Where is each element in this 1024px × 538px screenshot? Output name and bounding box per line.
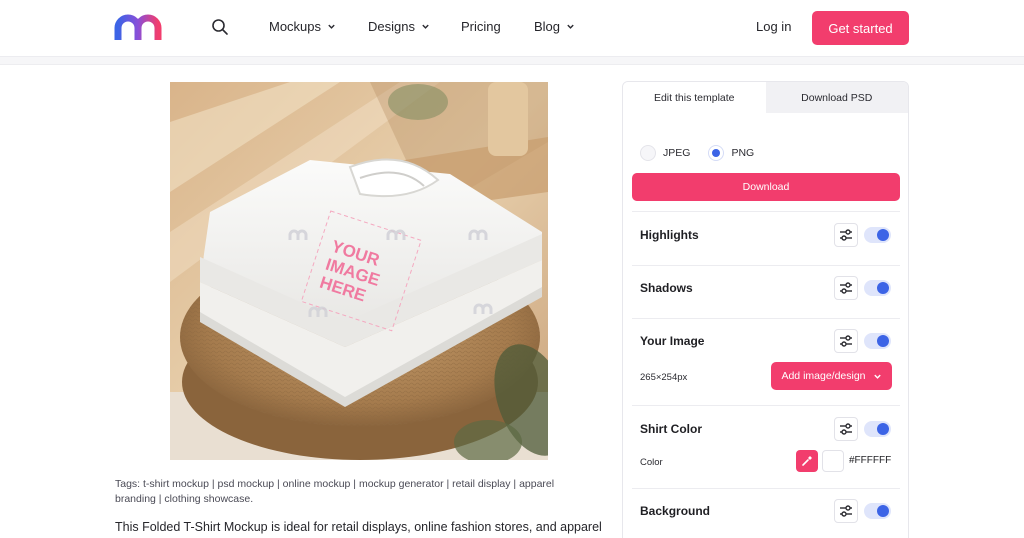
divider (632, 211, 900, 212)
search-icon[interactable] (211, 18, 229, 36)
format-jpeg-label: JPEG (663, 147, 691, 159)
nav-pricing[interactable]: Pricing (461, 19, 501, 34)
section-title-background: Background (640, 504, 711, 518)
format-png[interactable]: PNG (708, 145, 754, 161)
section-title-shirt-color: Shirt Color (640, 422, 702, 436)
chevron-down-icon (328, 24, 335, 29)
shadows-toggle[interactable] (864, 280, 891, 296)
background-toggle[interactable] (864, 503, 891, 519)
editor-panel: Edit this template Download PSD JPEG PNG… (622, 81, 909, 538)
tab-download-psd[interactable]: Download PSD (765, 82, 908, 113)
sliders-icon (840, 229, 852, 241)
sliders-icon (840, 282, 852, 294)
sliders-icon (840, 423, 852, 435)
nav-blog-label: Blog (534, 19, 561, 34)
radio-selected-icon (708, 145, 725, 161)
format-jpeg[interactable]: JPEG (640, 145, 690, 161)
highlights-toggle[interactable] (864, 227, 891, 243)
nav-blog[interactable]: Blog (534, 19, 575, 34)
format-selector: JPEG PNG (640, 145, 754, 161)
description-text: This Folded T-Shirt Mockup is ideal for … (115, 520, 602, 534)
shirt-color-settings-button[interactable] (834, 417, 858, 441)
divider (632, 265, 900, 266)
header-divider (0, 57, 1024, 65)
radio-unselected-icon (640, 145, 656, 161)
your-image-toggle[interactable] (864, 333, 891, 349)
nav-designs[interactable]: Designs (368, 19, 430, 34)
nav-designs-label: Designs (368, 19, 415, 34)
nav-mockups[interactable]: Mockups (269, 19, 336, 34)
format-png-label: PNG (731, 147, 755, 159)
divider (632, 318, 900, 319)
color-label: Color (640, 457, 663, 468)
section-title-shadows: Shadows (640, 281, 693, 295)
highlights-settings-button[interactable] (834, 223, 858, 247)
login-link[interactable]: Log in (756, 19, 791, 34)
your-image-settings-button[interactable] (834, 329, 858, 353)
section-title-highlights: Highlights (640, 228, 699, 242)
site-header: Mockups Designs Pricing Blog Log in Get … (0, 0, 1024, 57)
brand-logo[interactable] (114, 14, 164, 42)
chevron-down-icon (873, 374, 881, 379)
chevron-down-icon (567, 24, 574, 29)
chevron-down-icon (422, 24, 429, 29)
sliders-icon (840, 505, 852, 517)
tab-edit-template[interactable]: Edit this template (623, 82, 766, 113)
eyedropper-icon (802, 456, 812, 466)
nav-mockups-label: Mockups (269, 19, 322, 34)
download-button[interactable]: Download (632, 173, 900, 201)
get-started-button[interactable]: Get started (812, 11, 909, 45)
color-picker-button[interactable] (796, 450, 818, 472)
divider (632, 488, 900, 489)
section-title-your-image: Your Image (640, 334, 705, 348)
add-image-label: Add image/design (781, 370, 866, 382)
color-hex-value: #FFFFFF (849, 455, 892, 466)
mockup-preview-image: YOUR IMAGE HERE (170, 82, 548, 460)
panel-tabs: Edit this template Download PSD (623, 82, 908, 113)
shirt-color-toggle[interactable] (864, 421, 891, 437)
color-swatch[interactable] (822, 450, 844, 472)
tags-text: Tags: t-shirt mockup | psd mockup | onli… (115, 478, 555, 505)
sliders-icon (840, 335, 852, 347)
background-settings-button[interactable] (834, 499, 858, 523)
image-size-label: 265×254px (640, 372, 688, 383)
shadows-settings-button[interactable] (834, 276, 858, 300)
nav-pricing-label: Pricing (461, 19, 501, 34)
divider (632, 405, 900, 406)
add-image-button[interactable]: Add image/design (771, 362, 892, 390)
